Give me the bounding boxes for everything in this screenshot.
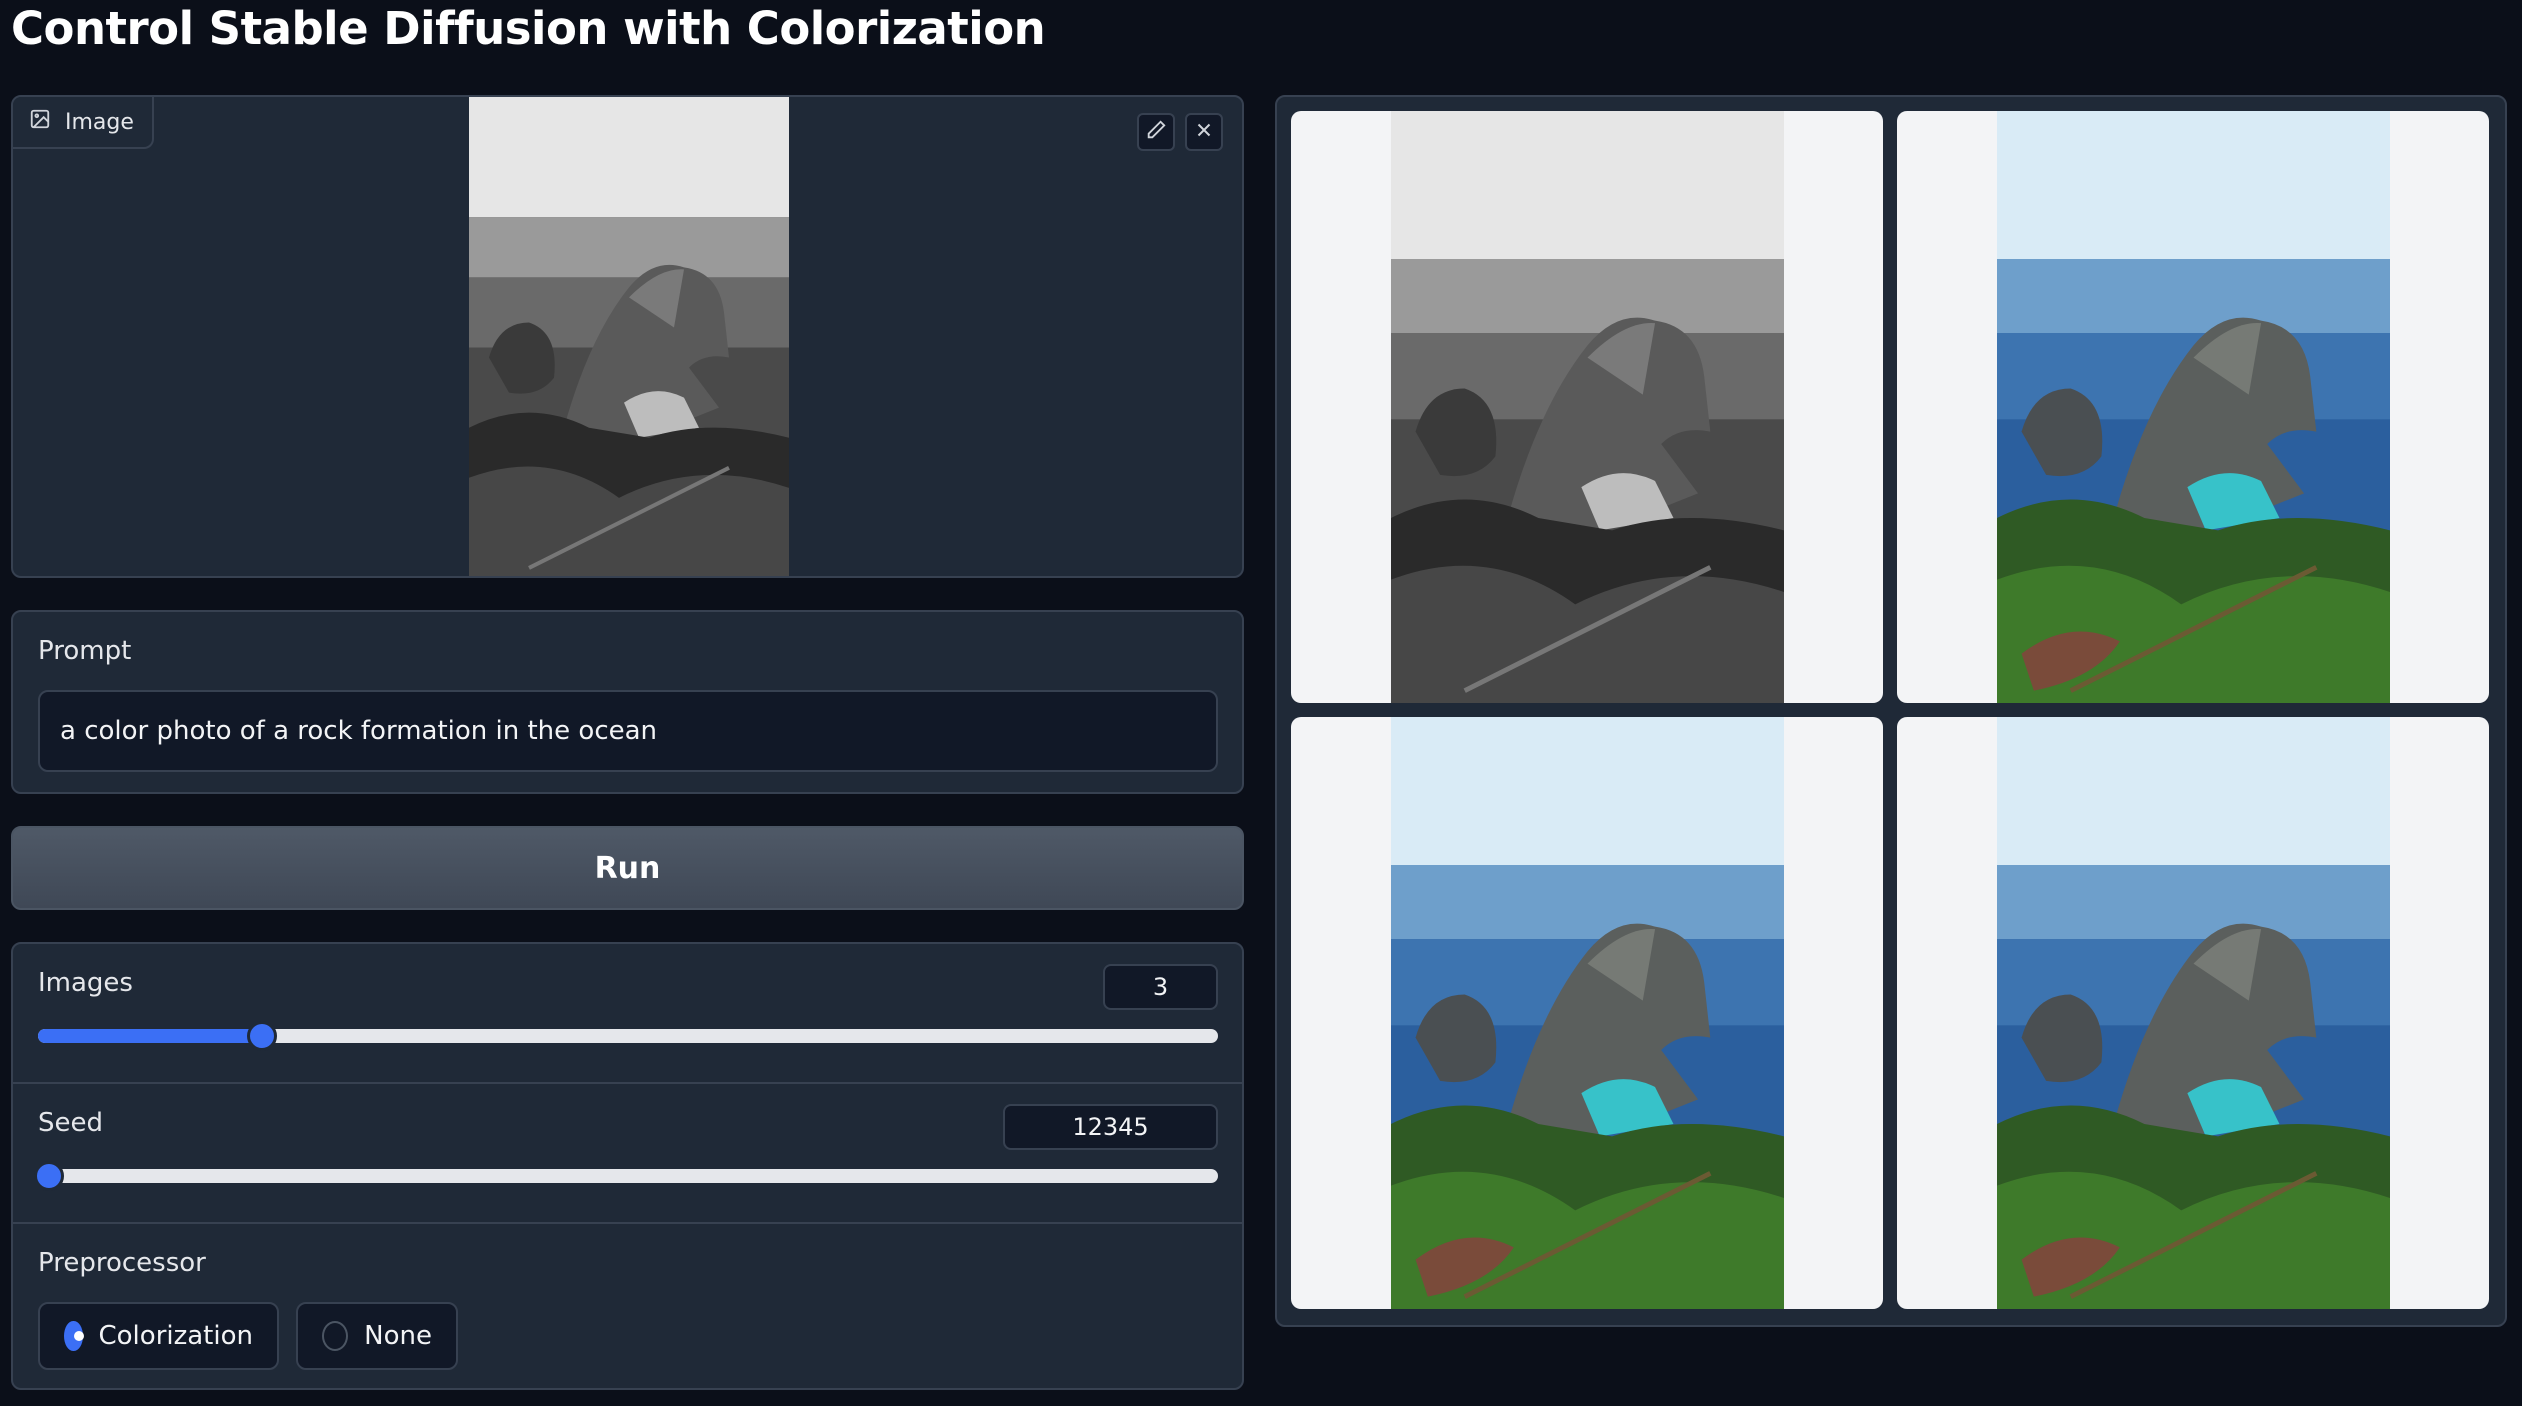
seed-slider-track[interactable] xyxy=(38,1169,1218,1183)
images-slider-label: Images xyxy=(38,968,133,998)
gallery-image-color xyxy=(1997,111,2390,703)
gallery-item[interactable] xyxy=(1897,717,2489,1309)
radio-none[interactable]: None xyxy=(296,1302,458,1370)
prompt-input[interactable]: a color photo of a rock formation in the… xyxy=(38,690,1218,772)
image-input-label: Image xyxy=(13,97,154,149)
seed-number-input[interactable]: 12345 xyxy=(1003,1104,1218,1150)
images-slider-track[interactable] xyxy=(38,1029,1218,1043)
divider xyxy=(13,1222,1242,1224)
image-input-panel[interactable]: Image xyxy=(11,95,1244,578)
images-slider-thumb[interactable] xyxy=(247,1021,278,1051)
preprocessor-label: Preprocessor xyxy=(38,1248,206,1278)
prompt-label: Prompt xyxy=(38,636,132,666)
input-image xyxy=(469,97,789,578)
output-gallery xyxy=(1275,95,2507,1327)
radio-none-label: None xyxy=(364,1321,432,1351)
divider xyxy=(13,1082,1242,1084)
radio-unselected-icon xyxy=(322,1321,349,1351)
gallery-item[interactable] xyxy=(1291,717,1883,1309)
radio-colorization[interactable]: Colorization xyxy=(38,1302,279,1370)
pencil-icon xyxy=(1145,119,1167,145)
app: Control Stable Diffusion with Colorizati… xyxy=(0,0,2522,1406)
gallery-item[interactable] xyxy=(1897,111,2489,703)
gallery-image-color xyxy=(1997,717,2390,1309)
page-title: Control Stable Diffusion with Colorizati… xyxy=(11,2,1046,55)
clear-button[interactable] xyxy=(1185,113,1223,151)
gallery-image-grayscale xyxy=(1391,111,1784,703)
radio-colorization-label: Colorization xyxy=(98,1321,254,1351)
gallery-image-color xyxy=(1391,717,1784,1309)
radio-selected-icon xyxy=(64,1321,84,1351)
images-number-input[interactable]: 3 xyxy=(1103,964,1218,1010)
seed-slider-thumb[interactable] xyxy=(34,1161,64,1191)
image-input-label-text: Image xyxy=(65,109,134,135)
close-icon xyxy=(1193,119,1215,145)
prompt-panel: Prompt a color photo of a rock formation… xyxy=(11,610,1244,794)
seed-slider-label: Seed xyxy=(38,1108,103,1138)
controls-panel: Images 3 Seed 12345 Preprocessor Coloriz… xyxy=(11,942,1244,1390)
edit-button[interactable] xyxy=(1137,113,1175,151)
images-slider-fill xyxy=(38,1029,263,1043)
image-icon xyxy=(29,108,51,136)
run-button[interactable]: Run xyxy=(11,826,1244,910)
gallery-item[interactable] xyxy=(1291,111,1883,703)
